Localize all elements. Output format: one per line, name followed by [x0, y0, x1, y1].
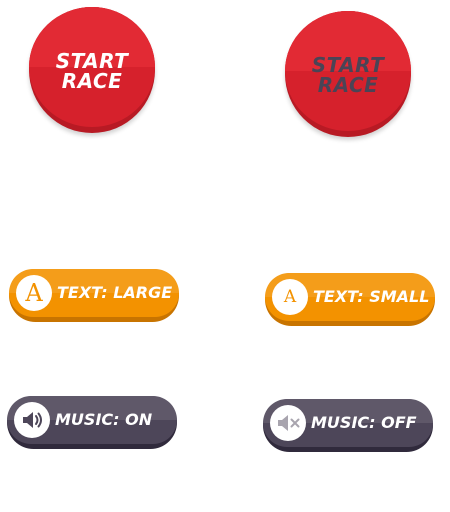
start-race-label-line1: START: [55, 49, 129, 73]
text-size-small-button[interactable]: A TEXT: SMALL: [265, 273, 435, 326]
music-off-button[interactable]: MUSIC: OFF: [263, 399, 433, 452]
text-size-large-button[interactable]: A TEXT: LARGE: [9, 269, 179, 322]
text-size-glyph: A: [283, 287, 297, 307]
start-race-label-line2: RACE: [61, 69, 123, 93]
music-off-label: MUSIC: OFF: [311, 413, 417, 432]
start-race-label-line2: RACE: [317, 73, 379, 97]
text-size-large-label: TEXT: LARGE: [57, 283, 173, 302]
music-on-button[interactable]: MUSIC: ON: [7, 396, 177, 449]
speaker-muted-icon: [270, 405, 306, 441]
text-size-icon: A: [272, 279, 308, 315]
start-race-label: START RACE: [285, 55, 411, 95]
start-race-button-active[interactable]: START RACE: [29, 7, 155, 133]
start-race-label: START RACE: [29, 51, 155, 91]
text-size-small-label: TEXT: SMALL: [313, 287, 430, 306]
text-size-icon: A: [16, 275, 52, 311]
text-size-glyph: A: [25, 279, 43, 307]
start-race-label-line1: START: [311, 53, 385, 77]
speaker-on-icon: [14, 402, 50, 438]
music-on-label: MUSIC: ON: [55, 410, 153, 429]
start-race-button-inactive[interactable]: START RACE: [285, 11, 411, 137]
